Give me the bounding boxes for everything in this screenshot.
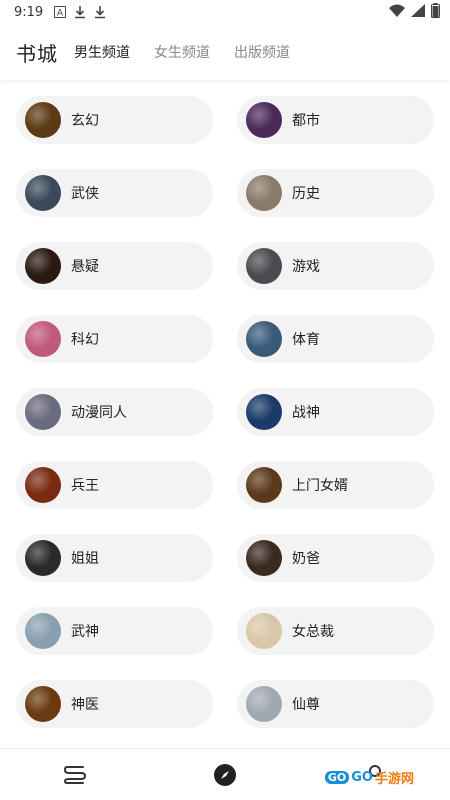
book-cover-thumbnail (246, 248, 282, 284)
watermark-logo: GO GO 手游网 (324, 768, 414, 787)
category-label: 上门女婿 (292, 478, 348, 494)
category-pill[interactable]: 兵王 (16, 461, 213, 509)
book-cover-thumbnail (25, 102, 61, 138)
category-label: 女总裁 (292, 624, 334, 640)
book-cover-thumbnail (246, 686, 282, 722)
category-label: 武侠 (71, 186, 99, 202)
category-label: 姐姐 (71, 551, 99, 567)
category-pill[interactable]: 都市 (237, 96, 434, 144)
download-icon (73, 5, 87, 19)
discover-nav-button[interactable] (195, 755, 255, 795)
category-label: 战神 (292, 405, 320, 421)
watermark-brand: GO (351, 770, 373, 785)
category-label: 历史 (292, 186, 320, 202)
category-pill[interactable]: 动漫同人 (16, 388, 213, 436)
book-cover-thumbnail (246, 540, 282, 576)
category-label: 悬疑 (71, 259, 99, 275)
tab-male-channel[interactable]: 男生频道 (74, 42, 130, 62)
book-cover-thumbnail (25, 540, 61, 576)
compass-icon (214, 763, 236, 786)
book-cover-thumbnail (25, 175, 61, 211)
category-label: 科幻 (71, 332, 99, 348)
book-cover-thumbnail (246, 102, 282, 138)
book-cover-thumbnail (246, 394, 282, 430)
category-label: 游戏 (292, 259, 320, 275)
category-label: 动漫同人 (71, 405, 127, 421)
book-cover-thumbnail (25, 321, 61, 357)
category-label: 神医 (71, 697, 99, 713)
category-label: 玄幻 (71, 113, 99, 129)
battery-icon (431, 2, 440, 22)
category-pill[interactable]: 上门女婿 (237, 461, 434, 509)
book-cover-thumbnail (25, 467, 61, 503)
page-title: 书城 (16, 41, 58, 66)
book-cover-thumbnail (25, 613, 61, 649)
category-pill[interactable]: 姐姐 (16, 534, 213, 582)
svg-text:A: A (57, 9, 64, 19)
category-pill[interactable]: 奶爸 (237, 534, 434, 582)
watermark-badge: GO (324, 771, 350, 784)
category-label: 都市 (292, 113, 320, 129)
bookshelf-icon (63, 765, 87, 784)
category-pill[interactable]: 战神 (237, 388, 434, 436)
book-cover-thumbnail (246, 613, 282, 649)
category-pill[interactable]: 科幻 (16, 315, 213, 363)
category-label: 兵王 (71, 478, 99, 494)
wifi-icon (389, 4, 405, 21)
notification-a-icon: A (53, 5, 67, 19)
download-icon (93, 5, 107, 19)
book-cover-thumbnail (246, 467, 282, 503)
category-pill[interactable]: 悬疑 (16, 242, 213, 290)
category-label: 武神 (71, 624, 99, 640)
book-cover-thumbnail (246, 175, 282, 211)
category-label: 奶爸 (292, 551, 320, 567)
category-pill[interactable]: 武神 (16, 607, 213, 655)
category-pill[interactable]: 仙尊 (237, 680, 434, 728)
channel-nav: 书城 男生频道 女生频道 出版频道 (0, 24, 450, 80)
category-pill[interactable]: 体育 (237, 315, 434, 363)
category-label: 仙尊 (292, 697, 320, 713)
book-cover-thumbnail (25, 686, 61, 722)
category-grid: 玄幻 都市武侠 历史悬疑 游戏科幻 体育动漫同人 战神兵王 上门女婿姐姐 奶爸武神 女总裁神医 仙… (0, 80, 450, 748)
tab-publish-channel[interactable]: 出版频道 (234, 42, 290, 62)
signal-icon (411, 3, 425, 21)
category-pill[interactable]: 武侠 (16, 169, 213, 217)
category-pill[interactable]: 玄幻 (16, 96, 213, 144)
category-pill[interactable]: 神医 (16, 680, 213, 728)
category-pill[interactable]: 女总裁 (237, 607, 434, 655)
tab-female-channel[interactable]: 女生频道 (154, 42, 210, 62)
status-time: 9:19 (14, 4, 44, 20)
book-cover-thumbnail (25, 394, 61, 430)
bookshelf-nav-button[interactable] (45, 755, 105, 795)
category-pill[interactable]: 游戏 (237, 242, 434, 290)
watermark-tail: 手游网 (374, 772, 414, 787)
category-label: 体育 (292, 332, 320, 348)
book-cover-thumbnail (246, 321, 282, 357)
status-bar: 9:19 A (0, 0, 450, 24)
book-cover-thumbnail (25, 248, 61, 284)
category-pill[interactable]: 历史 (237, 169, 434, 217)
